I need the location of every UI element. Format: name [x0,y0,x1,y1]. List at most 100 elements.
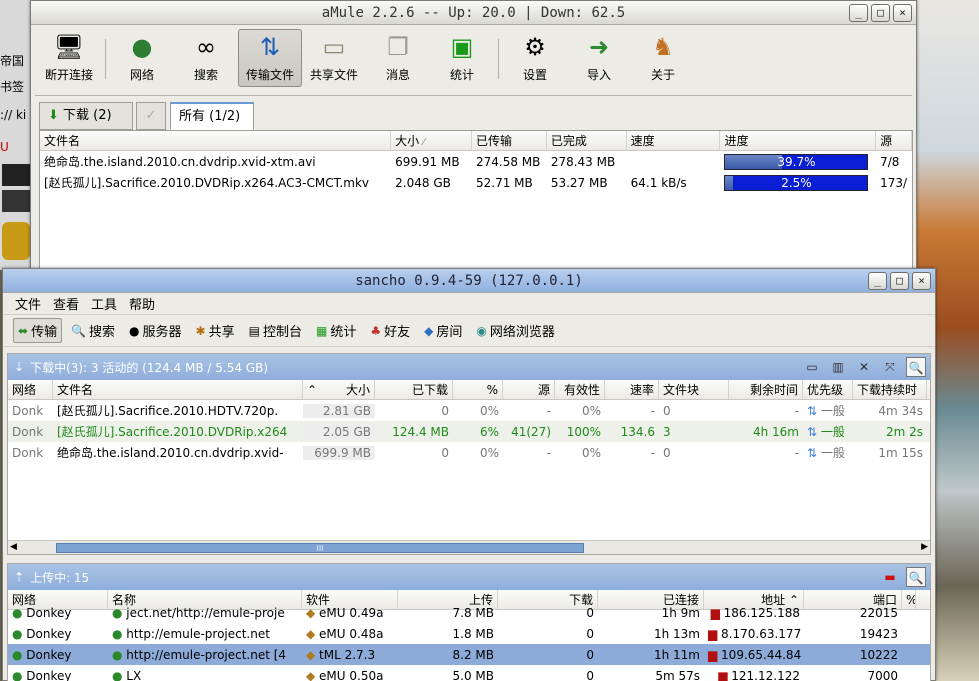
col-size[interactable]: 大小 ⁄ [391,131,472,150]
toolbar-settings-button[interactable]: ⚙ 设置 [503,29,567,87]
cell-avail: 100% [566,424,601,439]
maximize-button[interactable]: □ [871,4,890,22]
col-sources[interactable]: 源 [876,131,912,150]
col-availability[interactable]: 有效性 [555,380,605,399]
col-completed[interactable]: 已完成 [547,131,627,150]
toolbar-console-button[interactable]: ▤ 控制台 [244,318,307,343]
cell-text: 7000 [867,668,898,681]
cell-text: 0 [586,668,594,681]
cell-text: 22015 [859,605,898,620]
maximize-button[interactable]: □ [890,272,909,290]
menu-view[interactable]: 查看 [47,294,85,313]
table-row[interactable]: Donk [赵氏孤儿].Sacrifice.2010.HDTV.720p. 2.81… [8,400,930,421]
cell-downloaded: 124.4 MB [392,424,449,439]
priority-arrows-icon[interactable]: ⇅ [807,425,817,439]
cell-text: http://emule-project.net [4 [126,647,287,662]
toolbar-about-button[interactable]: ♞ 关于 [631,29,695,87]
cell-prio: ⇅ 一般 [803,402,853,419]
table-row[interactable]: ● Donkey ● LX ◆ eMU 0.50a 5.0 MB 0 5m 57s ▆ 12… [8,665,930,681]
toolbar-statistics-button[interactable]: ▣ 统计 [430,29,494,87]
check-icon: ✓ [145,108,157,123]
amule-window: aMule 2.2.6 -- Up: 20.0 | Down: 62.5 _ □… [30,0,917,270]
toolbar-search-button[interactable]: ∞ 搜索 [174,29,238,87]
network-icon: ● [12,626,27,641]
table-row[interactable]: 绝命岛.the.island.2010.cn.dvdrip.xvid-xtm.a… [40,151,912,172]
tab-check[interactable]: ✓ [136,102,166,130]
col-percent[interactable]: % [453,380,503,399]
table-row[interactable]: [赵氏孤儿].Sacrifice.2010.DVDRip.x264.AC3-CM… [40,172,912,193]
cell-dur: 1m 15s [878,445,923,460]
toolbar-rooms-button[interactable]: ◆ 房间 [419,318,467,343]
cell-conn: 1h 11m [598,648,704,662]
table-row[interactable]: Donk [赵氏孤儿].Sacrifice.2010.DVDRip.x264 2.0… [8,421,930,442]
col-rate[interactable]: 速率 [605,380,659,399]
menu-tools[interactable]: 工具 [85,294,123,313]
cell-pct: 0% [479,445,499,460]
client-icon: ● [112,605,127,620]
menu-help[interactable]: 帮助 [123,294,161,313]
cell-conn: 1h 13m [598,627,704,641]
cell-eta: - [794,403,799,418]
minimize-button[interactable]: _ [849,4,868,22]
toolbar-import-button[interactable]: ➜ 导入 [567,29,631,87]
close-button[interactable]: × [912,272,931,290]
toolbar-network-button[interactable]: ● 网络 [110,29,174,87]
col-filename[interactable]: 文件名 [40,131,392,150]
search-filter-icon[interactable]: 🔍 [906,357,926,377]
cell-down: 0 [498,669,598,681]
col-eta[interactable]: 剩余时间 [729,380,803,399]
table-row[interactable]: Donk 绝命岛.the.island.2010.cn.dvdrip.xvid- 6… [8,442,930,463]
scroll-left-icon[interactable]: ◀ [10,542,17,552]
col-sources[interactable]: 源 [503,380,555,399]
col-filename[interactable]: 文件名 [53,380,303,399]
col-network[interactable]: 网络 [8,380,53,399]
close-button[interactable]: × [893,4,912,22]
minimize-button[interactable]: _ [868,272,887,290]
tab-all[interactable]: 所有 (1/2) [170,102,254,130]
client-icon: ● [112,668,127,681]
toolbar-transfers-button[interactable]: ⇅ 传输文件 [238,29,302,87]
table-row[interactable]: ● Donkey ● http://emule-project.net [4 ◆ t… [8,644,930,665]
col-priority[interactable]: 优先级 [803,380,853,399]
priority-arrows-icon[interactable]: ⇅ [807,404,817,418]
toolbar-transfer-button[interactable]: ⬌ 传输 [13,318,63,343]
toolbar-browser-button[interactable]: ◉ 网络浏览器 [471,318,560,343]
table-row[interactable]: ● Donkey ● http://emule-project.net ◆ eMU … [8,623,930,644]
col-transferred[interactable]: 已传输 [472,131,547,150]
settings-icon: ⚙ [524,33,546,61]
toolbar-messages-button[interactable]: ❐ 消息 [366,29,430,87]
network-icon: ● [12,647,27,662]
col-duration[interactable]: 下载持续时 [853,380,927,399]
disk-icon[interactable]: ▭ [802,357,822,377]
scroll-right-icon[interactable]: ▶ [921,542,928,552]
stats-icon: ▦ [315,323,328,338]
chat-bubbles-icon: ❐ [387,33,409,61]
col-size[interactable]: ⌃ 大小 [303,380,375,399]
tab-download[interactable]: ⬇ 下载 (2) [39,102,133,130]
toolbar-stats-button[interactable]: ▦ 统计 [311,318,361,343]
minus-icon[interactable]: ▬ [880,567,900,587]
col-speed[interactable]: 速度 [627,131,721,150]
col-chunks[interactable]: 文件块 [659,380,729,399]
cell-soft: ◆ eMU 0.49a [302,606,398,620]
toolbar-disconnect-button[interactable]: 🖥 断开连接 [37,29,101,87]
cell-chunks: 0 [663,403,671,418]
columns-icon[interactable]: ▥ [828,357,848,377]
table-row[interactable]: ● Donkey ● ject.net/http://emule-proje ◆ e… [8,602,930,623]
toolbar-shared-files-button[interactable]: ▭ 共享文件 [302,29,366,87]
collapse-icon[interactable]: ✕ [854,357,874,377]
col-progress[interactable]: 进度 [720,131,877,150]
scrollbar-thumb[interactable]: III [56,543,584,553]
search-filter-icon[interactable]: 🔍 [906,567,926,587]
toolbar-share-button[interactable]: ✱ 共享 [191,318,240,343]
toolbar-separator [105,39,106,79]
priority-arrows-icon[interactable]: ⇅ [807,446,817,460]
menu-file[interactable]: 文件 [9,294,47,313]
toolbar-friends-button[interactable]: ♣ 好友 [365,318,415,343]
horizontal-scrollbar[interactable]: ◀ III ▶ [8,540,930,554]
expand-icon[interactable]: ⤧ [880,357,900,377]
toolbar-servers-button[interactable]: ● 服务器 [124,318,187,343]
cell-src: - [546,445,551,460]
toolbar-search-button[interactable]: 🔍 搜索 [66,318,120,343]
col-downloaded[interactable]: 已下载 [375,380,453,399]
